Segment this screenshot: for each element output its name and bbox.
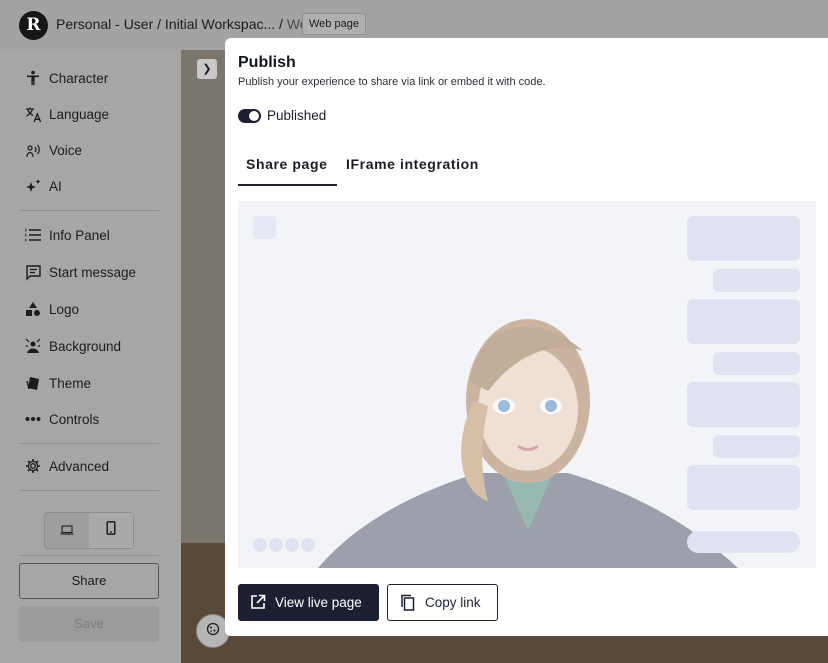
sidebar-item-label: Voice (49, 142, 83, 158)
active-tab-indicator (238, 184, 337, 186)
sidebar-item-label: Background (49, 338, 122, 354)
desktop-icon (60, 522, 74, 540)
dialog-title: Publish (238, 54, 296, 71)
sidebar-item-advanced[interactable]: Advanced (24, 453, 109, 479)
app-logo[interactable]: R (19, 11, 48, 40)
expand-panel-button[interactable]: ❯ (197, 59, 217, 79)
sidebar-item-voice[interactable]: Voice (24, 137, 82, 163)
sidebar-divider (19, 443, 159, 444)
theme-icon (24, 374, 42, 392)
sidebar-item-label: Start message (49, 264, 137, 280)
sidebar-divider (19, 555, 159, 556)
sparkle-icon (24, 177, 42, 195)
shapes-icon (24, 300, 42, 318)
sidebar-item-label: Logo (49, 301, 80, 317)
preview-message-placeholder (687, 216, 800, 261)
mobile-icon (106, 521, 116, 540)
page-preview (238, 201, 816, 568)
sidebar-item-language[interactable]: Language (24, 101, 109, 127)
sidebar-item-label: AI (49, 178, 62, 194)
published-toggle[interactable] (238, 109, 261, 123)
page-type-badge: Web page (302, 13, 366, 35)
sidebar-item-label: Language (49, 106, 110, 122)
save-button[interactable]: Save (19, 606, 159, 642)
person-icon (24, 69, 42, 87)
preview-dot (301, 538, 315, 552)
chevron-right-icon: ❯ (202, 63, 212, 75)
sidebar-item-controls[interactable]: Controls (24, 406, 99, 432)
translate-icon (24, 105, 42, 123)
preview-message-placeholder (713, 352, 800, 375)
preview-message-placeholder (713, 269, 800, 292)
view-live-page-label: View live page (275, 595, 362, 610)
desktop-view-button[interactable] (45, 513, 89, 548)
sidebar-item-label: Character (49, 70, 109, 86)
preview-dot (269, 538, 283, 552)
list-icon (24, 226, 42, 244)
preview-input-placeholder (687, 531, 800, 553)
device-toggle (44, 512, 134, 549)
sidebar-item-background[interactable]: Background (24, 333, 121, 359)
preview-dot (285, 538, 299, 552)
preview-message-placeholder (687, 299, 800, 344)
sidebar-item-start-message[interactable]: Start message (24, 259, 136, 285)
copy-icon (400, 594, 417, 611)
message-icon (24, 263, 42, 281)
gear-icon (24, 457, 42, 475)
sidebar-item-label: Theme (49, 375, 92, 391)
toggle-knob (249, 111, 259, 121)
voice-icon (24, 141, 42, 159)
external-link-icon (250, 594, 267, 611)
sidebar-divider (19, 490, 159, 491)
dialog-subtitle: Publish your experience to share via lin… (238, 76, 546, 88)
preview-message-placeholder (713, 435, 800, 458)
published-label: Published (267, 108, 327, 123)
sidebar-item-logo[interactable]: Logo (24, 296, 79, 322)
sidebar-item-label: Info Panel (49, 227, 110, 243)
tab-iframe-integration[interactable]: IFrame integration (346, 156, 479, 172)
cookie-icon (206, 622, 220, 641)
sidebar-item-character[interactable]: Character (24, 65, 108, 91)
mobile-view-button[interactable] (89, 513, 133, 548)
sidebar-item-label: Advanced (49, 458, 110, 474)
preview-message-placeholder (687, 465, 800, 510)
preview-message-placeholder (687, 382, 800, 427)
view-live-page-button[interactable]: View live page (238, 584, 379, 621)
sidebar-item-ai[interactable]: AI (24, 173, 62, 199)
share-button[interactable]: Share (19, 563, 159, 599)
sidebar-item-label: Controls (49, 411, 100, 427)
publish-dialog: Publish Publish your experience to share… (225, 38, 828, 636)
copy-link-label: Copy link (425, 595, 481, 610)
sidebar-divider (19, 210, 159, 211)
preview-dot (253, 538, 267, 552)
dots-icon (24, 410, 42, 428)
tab-share-page[interactable]: Share page (246, 156, 327, 172)
breadcrumb: Personal - User / Initial Workspac... / … (56, 16, 315, 32)
sidebar-item-theme[interactable]: Theme (24, 370, 91, 396)
background-icon (24, 337, 42, 355)
sidebar-item-info-panel[interactable]: Info Panel (24, 222, 110, 248)
copy-link-button[interactable]: Copy link (387, 584, 498, 621)
breadcrumb-path[interactable]: Personal - User / Initial Workspac... / (56, 16, 287, 32)
